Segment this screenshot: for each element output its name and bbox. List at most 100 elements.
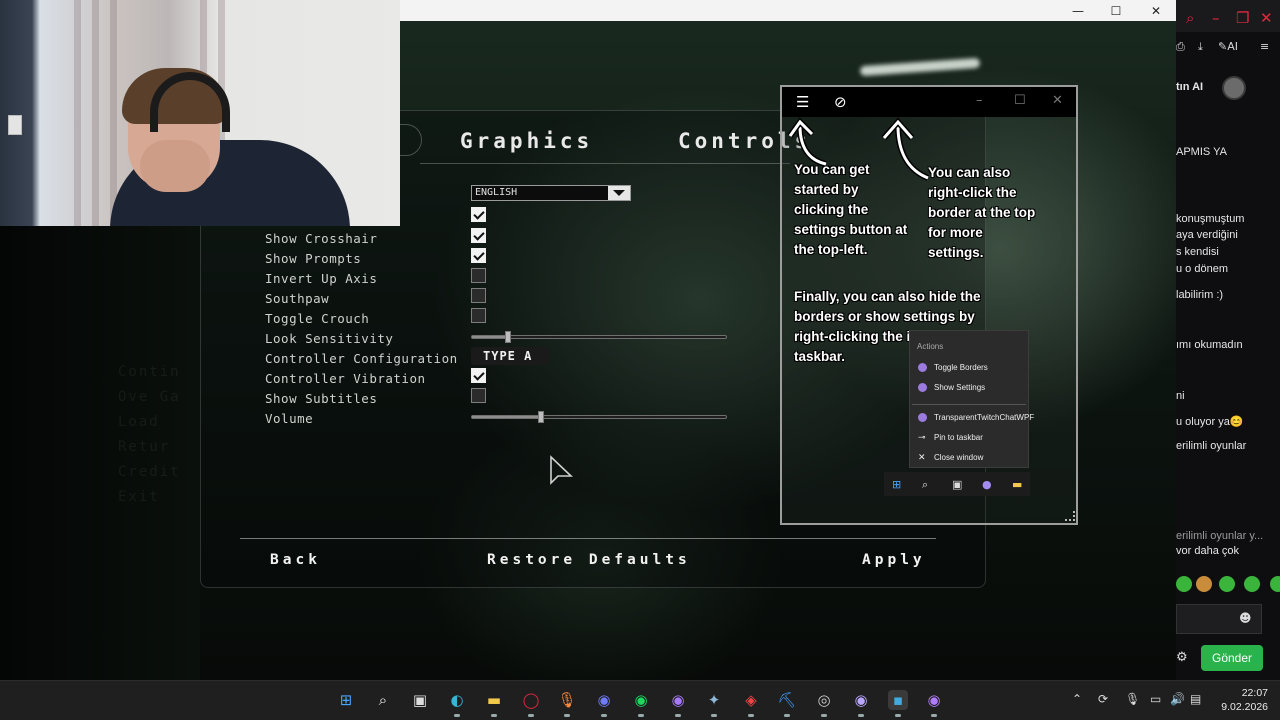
- microphone-app-icon[interactable]: 🎙: [557, 690, 577, 710]
- option-slider[interactable]: [471, 411, 727, 423]
- option-label: Controller Configuration: [265, 351, 458, 366]
- close-icon[interactable]: ✕: [1260, 9, 1273, 27]
- tab-underline: [420, 163, 790, 164]
- option-label: Show Prompts: [265, 251, 362, 266]
- slider-fill: [472, 416, 541, 418]
- menu-item-close-window[interactable]: Close window: [934, 453, 983, 462]
- display-icon[interactable]: ▭: [1150, 692, 1161, 706]
- kodi-icon[interactable]: ✦: [704, 690, 724, 710]
- slider-thumb[interactable]: [504, 331, 511, 343]
- discord-icon[interactable]: ◉: [594, 690, 614, 710]
- obs-icon[interactable]: ◉: [851, 690, 871, 710]
- language-value: ENGLISH: [475, 187, 518, 198]
- volume-icon[interactable]: 🔊: [1170, 692, 1185, 706]
- tool-icon[interactable]: ⛏: [777, 690, 797, 710]
- chat-message: ımı okumadın: [1176, 339, 1243, 351]
- terminal-icon[interactable]: ▪: [888, 690, 908, 710]
- messenger-icon[interactable]: ◉: [668, 690, 688, 710]
- overlay-close-button[interactable]: ✕: [1052, 93, 1063, 108]
- overlay-titlebar[interactable]: ☰ ⊘ – ☐ ✕: [782, 87, 1076, 117]
- running-indicator: [711, 714, 717, 717]
- edge-icon[interactable]: ◐: [447, 690, 467, 710]
- streamer-hand: [140, 140, 210, 192]
- hamburger-settings-icon[interactable]: ☰: [796, 93, 809, 111]
- app-icon: [918, 413, 927, 422]
- option-checkbox[interactable]: [471, 388, 486, 403]
- back-button[interactable]: Back: [270, 552, 321, 568]
- running-indicator: [638, 714, 644, 717]
- restore-icon[interactable]: ❐: [1236, 9, 1249, 27]
- microphone-icon[interactable]: 🎙: [1125, 692, 1140, 706]
- resize-grip-icon[interactable]: [1065, 511, 1075, 521]
- chat-message: erilimli oyunlar: [1176, 440, 1247, 452]
- minimize-icon[interactable]: –: [1212, 9, 1220, 27]
- window-close-button[interactable]: ✕: [1136, 2, 1176, 20]
- task-view-icon: ▣: [952, 478, 963, 491]
- restore-defaults-button[interactable]: Restore Defaults: [487, 552, 691, 568]
- search-icon: ⌕: [922, 478, 929, 491]
- game-app-icon[interactable]: ◈: [741, 690, 761, 710]
- ghost-menu-faded: Contin Ove Ga Load Retur Credit Exit: [118, 364, 181, 505]
- menu-item-app-name[interactable]: TransparentTwitchChatWPF: [934, 413, 1034, 422]
- menu-item-show-settings[interactable]: Show Settings: [934, 383, 985, 392]
- context-menu-header: Actions: [917, 342, 944, 351]
- search-icon[interactable]: ⌕: [373, 690, 393, 710]
- opera-icon[interactable]: ◯: [521, 690, 541, 710]
- option-slider[interactable]: [471, 331, 727, 343]
- controller-config-button[interactable]: TYPE A: [471, 347, 549, 365]
- overlay-maximize-button[interactable]: ☐: [1014, 93, 1026, 108]
- game-window-titlebar: — ☐ ✕: [400, 0, 1176, 21]
- window-minimize-button[interactable]: —: [1058, 2, 1098, 20]
- ai-icon[interactable]: ✎AI: [1218, 40, 1238, 53]
- chrome-icon[interactable]: ◎: [814, 690, 834, 710]
- close-icon: ✕: [918, 452, 926, 462]
- option-label: Volume: [265, 411, 314, 426]
- language-dropdown[interactable]: ENGLISH: [471, 185, 631, 201]
- option-checkbox[interactable]: [471, 248, 486, 263]
- menu-item-toggle-borders[interactable]: Toggle Borders: [934, 363, 988, 372]
- gear-icon[interactable]: ⚙: [1176, 650, 1188, 665]
- sync-icon[interactable]: ⟳: [1098, 692, 1108, 706]
- running-indicator: [784, 714, 790, 717]
- chat-message: erilimli oyunlar y...: [1176, 530, 1264, 542]
- option-checkbox[interactable]: [471, 288, 486, 303]
- tab-graphics[interactable]: Graphics: [460, 129, 593, 153]
- no-interaction-icon[interactable]: ⊘: [834, 93, 847, 111]
- tip-settings-text: You can get started by clicking the sett…: [794, 162, 908, 257]
- window-maximize-button[interactable]: ☐: [1096, 2, 1136, 20]
- send-button[interactable]: Gönder: [1201, 645, 1263, 671]
- option-checkbox[interactable]: [471, 228, 486, 243]
- start-icon[interactable]: ⊞: [336, 690, 356, 710]
- option-checkbox[interactable]: [471, 268, 486, 283]
- option-checkbox[interactable]: [471, 308, 486, 323]
- battery-icon[interactable]: ▤: [1190, 692, 1201, 706]
- menu-item-pin[interactable]: Pin to taskbar: [934, 433, 983, 442]
- running-indicator: [564, 714, 570, 717]
- share-icon[interactable]: ⎙: [1176, 40, 1185, 54]
- chevron-up-icon[interactable]: ⌃: [1072, 692, 1082, 706]
- taskbar-clock[interactable]: 22:07 9.02.2026: [1216, 686, 1268, 714]
- avatar[interactable]: [1222, 76, 1246, 100]
- option-label: Invert Up Axis: [265, 271, 378, 286]
- spotify-icon[interactable]: ◉: [631, 690, 651, 710]
- checkbox-top[interactable]: [471, 207, 486, 222]
- chat-message: u o dönem: [1176, 263, 1228, 275]
- file-explorer-icon[interactable]: ▬: [484, 690, 504, 710]
- option-label: Controller Vibration: [265, 371, 426, 386]
- emote-icon: [1244, 576, 1260, 592]
- slider-thumb[interactable]: [537, 411, 544, 423]
- menu-icon[interactable]: ≡: [1260, 40, 1269, 53]
- apply-button[interactable]: Apply: [862, 552, 926, 568]
- task-view-icon[interactable]: ▣: [410, 690, 430, 710]
- twitch-chat-icon[interactable]: ◉: [924, 690, 944, 710]
- emoji-icon[interactable]: ☻: [1239, 611, 1252, 625]
- download-icon[interactable]: ⤓: [1198, 40, 1203, 54]
- overlay-minimize-button[interactable]: –: [976, 93, 983, 108]
- option-checkbox[interactable]: [471, 368, 486, 383]
- chat-input[interactable]: ☻: [1176, 604, 1262, 634]
- chat-message: labilirim :): [1176, 289, 1224, 301]
- search-icon[interactable]: ⌕: [1186, 9, 1194, 27]
- clock-date: 9.02.2026: [1221, 701, 1268, 713]
- running-indicator: [858, 714, 864, 717]
- chevron-down-icon[interactable]: [608, 186, 630, 200]
